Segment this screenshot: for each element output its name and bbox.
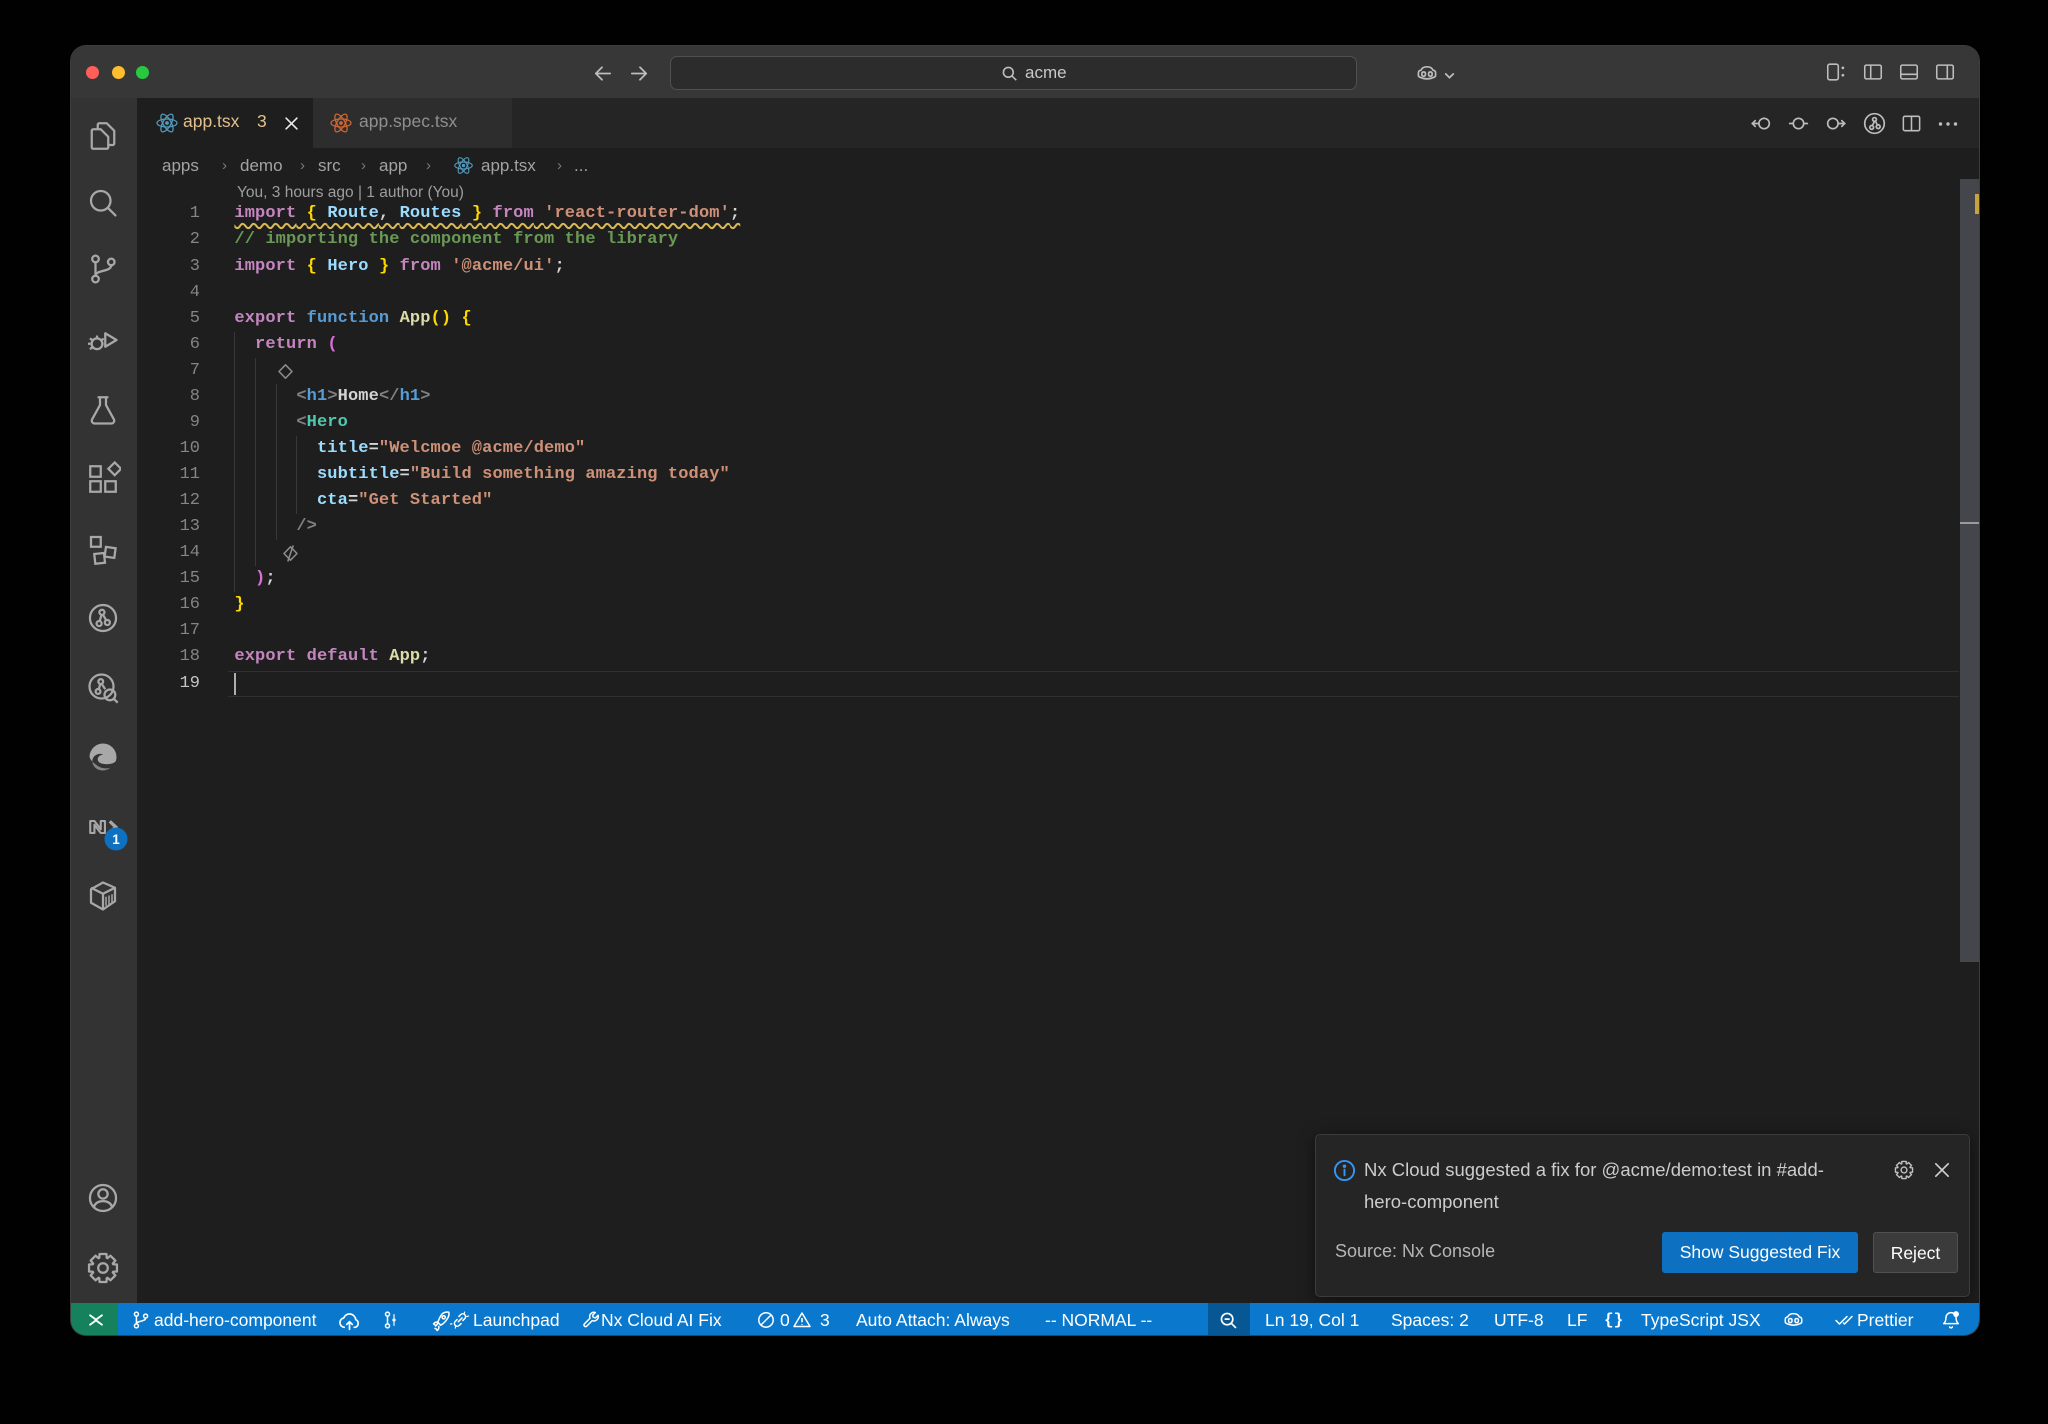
- svg-text:1: 1: [112, 832, 120, 847]
